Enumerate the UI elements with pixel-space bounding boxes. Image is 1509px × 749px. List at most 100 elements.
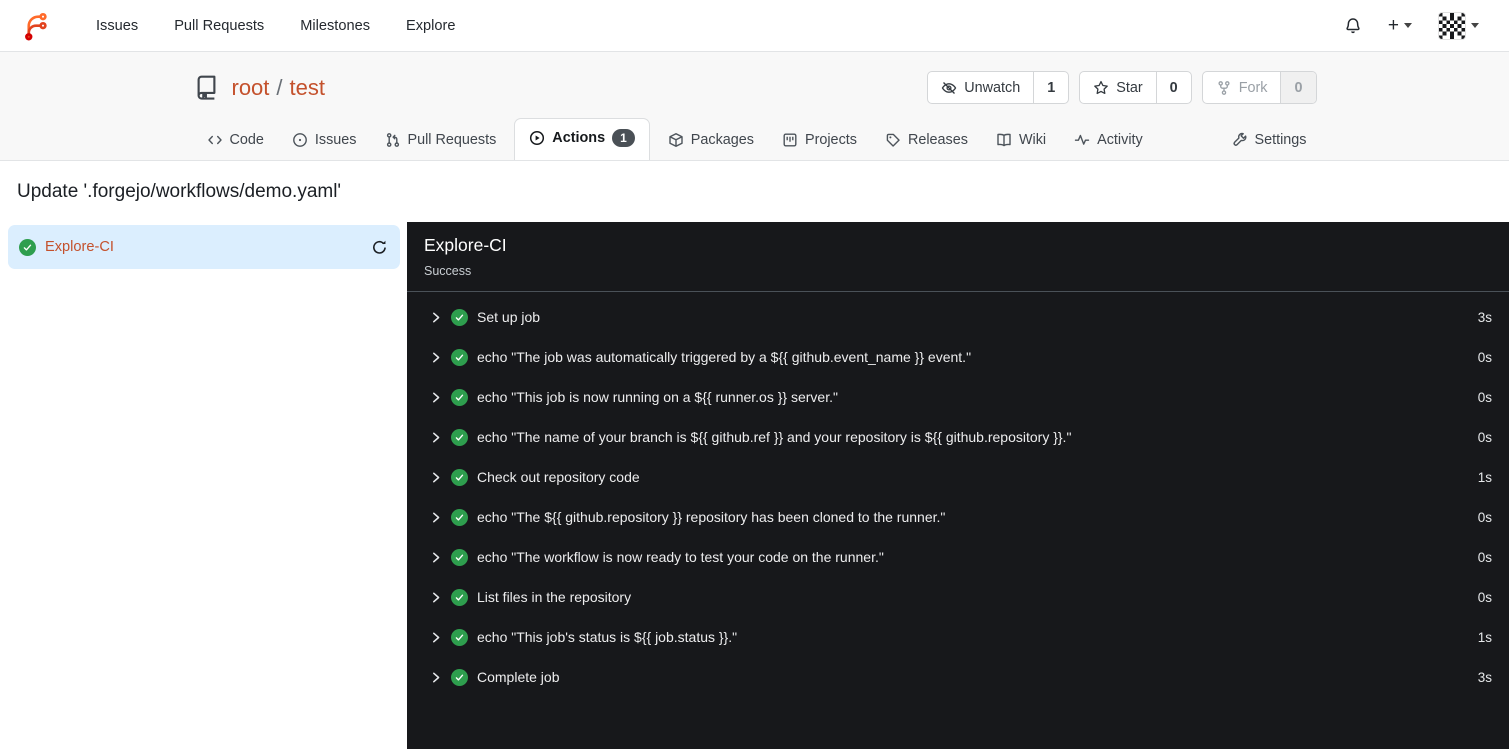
fork-label: Fork xyxy=(1238,79,1268,96)
repo-owner-link[interactable]: root xyxy=(232,75,270,101)
tab-label: Settings xyxy=(1254,132,1307,148)
chevron-right-icon xyxy=(432,432,441,443)
chevron-right-icon xyxy=(432,312,441,323)
job-panel-title: Explore-CI xyxy=(424,235,507,255)
repo-title-row: root / test Unwatch 1 Star 0 Fork 0 xyxy=(193,71,1317,104)
steps-list: Set up job 3s echo "The job was automati… xyxy=(407,292,1509,697)
chevron-right-icon xyxy=(432,672,441,683)
fork-icon xyxy=(1218,80,1230,95)
star-button-group: Star 0 xyxy=(1079,71,1192,104)
tools-icon xyxy=(1232,132,1246,146)
repo-name-link[interactable]: test xyxy=(290,75,325,101)
tab-label: Wiki xyxy=(1018,132,1047,148)
step-row[interactable]: List files in the repository 0s xyxy=(407,577,1509,617)
success-check-icon xyxy=(451,468,468,486)
success-check-icon xyxy=(451,308,468,326)
chevron-right-icon xyxy=(432,592,441,603)
step-row[interactable]: echo "The name of your branch is ${{ git… xyxy=(407,417,1509,457)
step-row[interactable]: Set up job 3s xyxy=(407,297,1509,337)
watchers-count[interactable]: 1 xyxy=(1033,72,1068,103)
step-duration: 3s xyxy=(1477,669,1492,685)
step-row[interactable]: echo "The ${{ github.repository }} repos… xyxy=(407,497,1509,537)
tab-releases[interactable]: Releases xyxy=(875,122,978,160)
stars-count[interactable]: 0 xyxy=(1155,72,1191,103)
tab-packages[interactable]: Packages xyxy=(658,122,764,160)
actions-count-badge: 1 xyxy=(612,128,635,147)
chevron-right-icon xyxy=(432,392,441,403)
star-icon xyxy=(1094,80,1109,94)
tab-pull-requests[interactable]: Pull Requests xyxy=(375,122,507,160)
tab-label: Projects xyxy=(804,132,857,148)
repo-tabs: Code Issues Pull Requests Actions 1 Pack… xyxy=(193,117,1317,160)
step-duration: 1s xyxy=(1477,469,1492,485)
tab-label: Packages xyxy=(690,132,754,148)
step-duration: 0s xyxy=(1477,589,1492,605)
play-circle-icon xyxy=(530,130,545,145)
tab-projects[interactable]: Projects xyxy=(772,122,867,160)
tab-label: Issues xyxy=(314,132,357,148)
book-open-icon xyxy=(997,133,1011,147)
nav-link-milestones[interactable]: Milestones xyxy=(282,18,388,34)
step-name: echo "This job's status is ${{ job.statu… xyxy=(477,629,738,645)
job-log-panel: Explore-CI Success Set up job 3s echo "T… xyxy=(407,222,1509,749)
step-row[interactable]: echo "This job's status is ${{ job.statu… xyxy=(407,617,1509,657)
success-check-icon xyxy=(451,348,468,366)
job-panel-header: Explore-CI Success xyxy=(407,222,1509,292)
rerun-sync-icon[interactable] xyxy=(371,239,388,256)
repo-header: root / test Unwatch 1 Star 0 Fork 0 Code… xyxy=(0,52,1509,161)
step-name: Check out repository code xyxy=(477,469,640,485)
success-check-icon xyxy=(451,588,468,606)
plus-icon: + xyxy=(1387,15,1399,36)
unwatch-label: Unwatch xyxy=(964,79,1021,96)
step-name: List files in the repository xyxy=(477,589,632,605)
tab-activity[interactable]: Activity xyxy=(1064,122,1153,160)
job-name: Explore-CI xyxy=(45,239,114,255)
notifications-bell-icon[interactable] xyxy=(1336,11,1370,41)
create-new-button[interactable]: + xyxy=(1380,10,1420,41)
step-duration: 0s xyxy=(1477,429,1492,445)
tab-label: Code xyxy=(229,132,264,148)
pulse-icon xyxy=(1074,134,1090,145)
fork-button: Fork xyxy=(1203,72,1281,103)
job-item-explore-ci[interactable]: Explore-CI xyxy=(8,225,400,269)
avatar xyxy=(1438,11,1466,40)
step-row[interactable]: echo "This job is now running on a ${{ r… xyxy=(407,377,1509,417)
success-check-icon xyxy=(451,388,468,406)
tab-settings[interactable]: Settings xyxy=(1222,122,1317,160)
nav-links: Issues Pull Requests Milestones Explore xyxy=(78,18,473,34)
step-duration: 0s xyxy=(1477,549,1492,565)
step-row[interactable]: echo "The workflow is now ready to test … xyxy=(407,537,1509,577)
success-check-icon xyxy=(451,508,468,526)
step-row[interactable]: echo "The job was automatically triggere… xyxy=(407,337,1509,377)
tab-label: Releases xyxy=(907,132,968,148)
step-duration: 3s xyxy=(1477,309,1492,325)
run-body: Explore-CI Explore-CI Success Set up job… xyxy=(0,222,1509,749)
step-duration: 1s xyxy=(1477,629,1492,645)
chevron-down-icon xyxy=(1471,23,1479,28)
tab-actions[interactable]: Actions 1 xyxy=(514,117,650,160)
chevron-right-icon xyxy=(432,512,441,523)
tab-code[interactable]: Code xyxy=(197,122,274,160)
top-navbar: Issues Pull Requests Milestones Explore … xyxy=(0,0,1509,52)
nav-link-explore[interactable]: Explore xyxy=(388,18,473,34)
step-row[interactable]: Complete job 3s xyxy=(407,657,1509,697)
nav-link-pull-requests[interactable]: Pull Requests xyxy=(156,18,282,34)
step-duration: 0s xyxy=(1477,509,1492,525)
forgejo-logo[interactable] xyxy=(20,11,50,41)
repo-breadcrumb: root / test xyxy=(232,75,326,101)
unwatch-button[interactable]: Unwatch xyxy=(928,72,1033,103)
tag-icon xyxy=(886,133,900,147)
step-row[interactable]: Check out repository code 1s xyxy=(407,457,1509,497)
run-title-section: Update '.forgejo/workflows/demo.yaml' xyxy=(0,161,1509,222)
chevron-right-icon xyxy=(432,552,441,563)
step-name: echo "The job was automatically triggere… xyxy=(477,349,972,365)
star-button[interactable]: Star xyxy=(1080,72,1155,103)
nav-link-issues[interactable]: Issues xyxy=(78,18,156,34)
star-label: Star xyxy=(1116,79,1143,96)
navbar-right: + xyxy=(1336,6,1487,46)
tab-wiki[interactable]: Wiki xyxy=(986,122,1056,160)
user-menu[interactable] xyxy=(1430,6,1487,46)
issue-icon xyxy=(293,133,307,147)
tab-issues[interactable]: Issues xyxy=(282,122,367,160)
step-name: echo "This job is now running on a ${{ r… xyxy=(477,389,838,405)
